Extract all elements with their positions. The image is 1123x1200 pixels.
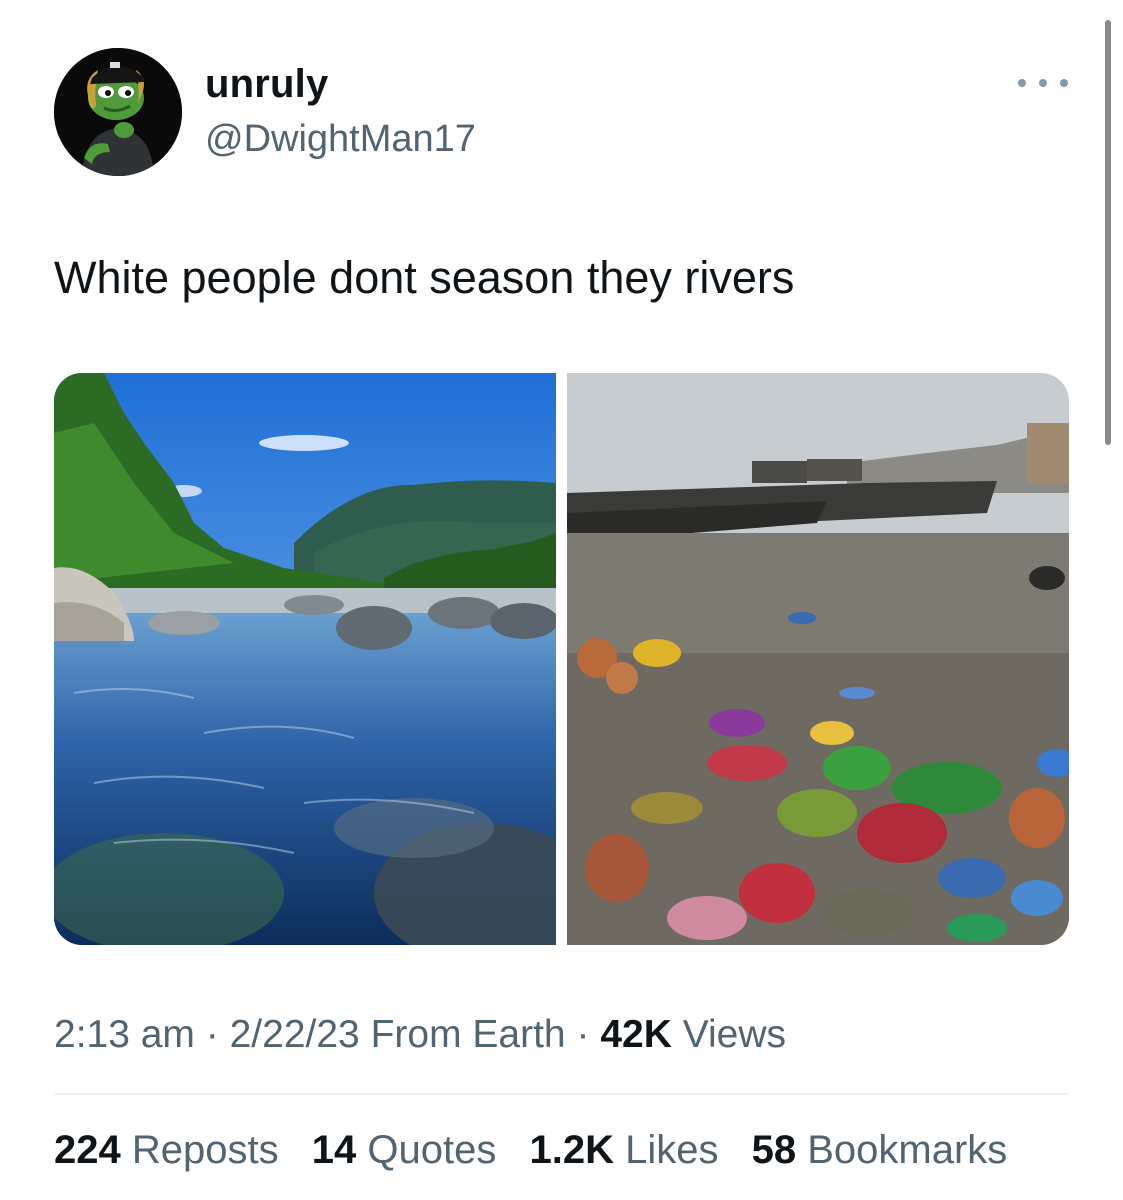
- reposts-count: 224: [54, 1128, 121, 1172]
- tweet-date[interactable]: 2/22/23: [230, 1013, 360, 1056]
- photo-polluted-river[interactable]: [567, 373, 1069, 945]
- engagement-stats: 224 Reposts 14 Quotes 1.2K Likes 58 Book…: [54, 1128, 1029, 1173]
- likes-label: Likes: [625, 1128, 719, 1172]
- views-label: Views: [682, 1013, 787, 1056]
- author-display-name[interactable]: unruly: [205, 62, 328, 107]
- tweet-meta: 2:13 am · 2/22/23 From Earth · 42K Views: [54, 1013, 786, 1057]
- reposts-label: Reposts: [131, 1128, 279, 1172]
- bookmarks-label: Bookmarks: [807, 1128, 1008, 1172]
- meta-separator: ·: [205, 1013, 219, 1056]
- divider: [54, 1093, 1069, 1095]
- more-dots-icon[interactable]: [1018, 68, 1068, 98]
- photo-clear-mountain-river[interactable]: [54, 373, 556, 945]
- tweet-text: White people dont season they rivers: [54, 252, 795, 303]
- scrollbar[interactable]: [1105, 20, 1111, 445]
- reposts-stat[interactable]: 224 Reposts: [54, 1128, 279, 1173]
- tweet-source: From Earth: [370, 1013, 566, 1056]
- avatar[interactable]: [54, 48, 182, 176]
- tweet-time[interactable]: 2:13 am: [54, 1013, 195, 1056]
- frog-avatar-icon: [54, 48, 182, 176]
- bookmarks-count: 58: [751, 1128, 797, 1172]
- likes-count: 1.2K: [529, 1128, 614, 1172]
- bookmarks-stat[interactable]: 58 Bookmarks: [752, 1128, 1008, 1173]
- meta-separator: ·: [576, 1013, 590, 1056]
- quotes-count: 14: [311, 1128, 357, 1172]
- views-count: 42K: [600, 1013, 672, 1056]
- likes-stat[interactable]: 1.2K Likes: [529, 1128, 718, 1173]
- quotes-stat[interactable]: 14 Quotes: [312, 1128, 497, 1173]
- media-grid: [54, 373, 1069, 945]
- quotes-label: Quotes: [367, 1128, 497, 1172]
- author-handle[interactable]: @DwightMan17: [205, 118, 476, 161]
